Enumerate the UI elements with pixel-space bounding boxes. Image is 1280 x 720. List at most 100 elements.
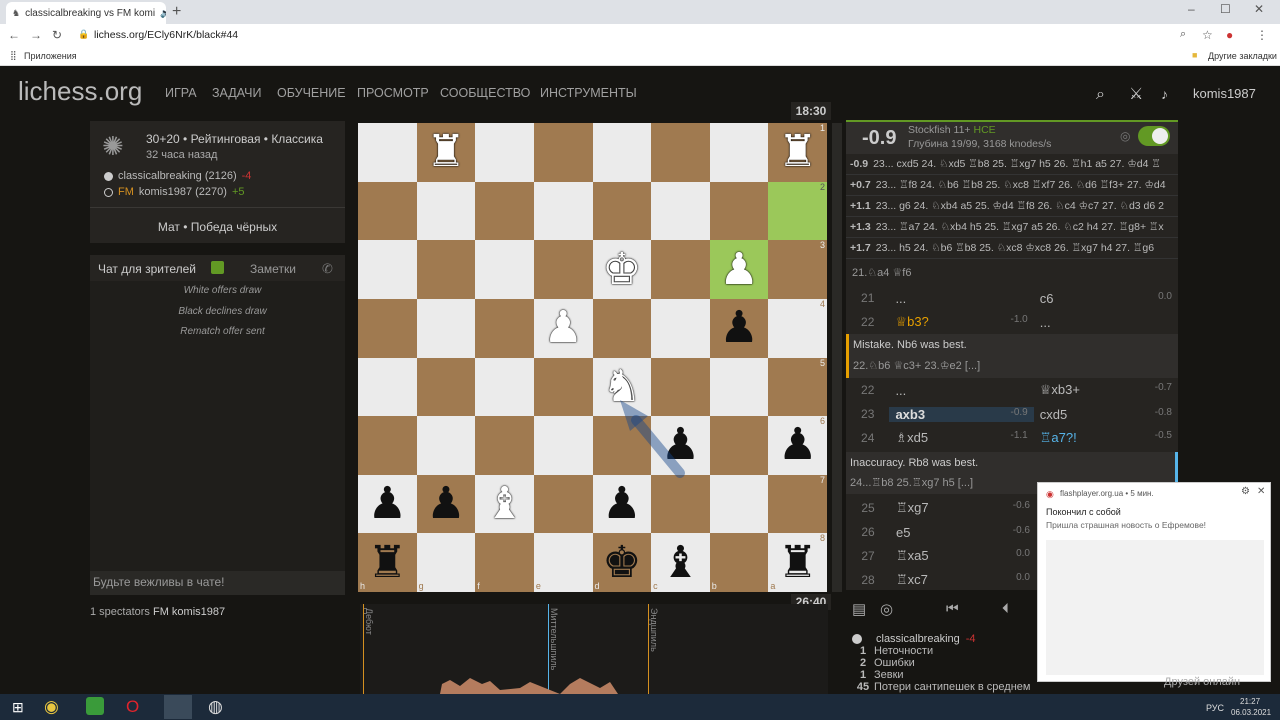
zoom-icon[interactable]: ⌕ [1180,28,1186,41]
square[interactable]: ♟ [358,474,417,534]
square[interactable]: ♚ d [592,533,652,592]
square[interactable] [592,416,652,475]
white-move[interactable]: e5 -0.6 [890,525,1036,540]
language-indicator[interactable]: РУС [1206,703,1224,713]
square[interactable]: ♟ [651,416,710,475]
square[interactable] [416,416,476,475]
swords-icon[interactable]: ⚔ [1129,84,1143,104]
apps-icon[interactable]: ⣿ [10,50,17,61]
engine-toggle[interactable] [1138,126,1170,146]
square[interactable] [475,298,534,358]
white-knight-icon[interactable]: ♞ [602,364,641,409]
nav-learn[interactable]: ОБУЧЕНИЕ [277,86,346,100]
bell-icon[interactable]: ♪ [1161,86,1168,102]
pv-line[interactable]: -0.9 23... cxd5 24. ♘xd5 ♖b8 25. ♖xg7 h5 … [846,154,1178,175]
prev-move-icon[interactable]: ⏴ [1002,600,1009,617]
search-icon[interactable]: ⌕ [1096,86,1105,104]
settings-icon[interactable]: ⚙ [1241,486,1250,497]
white-pawn-icon[interactable]: ♟ [543,306,582,350]
square[interactable] [358,181,417,241]
square[interactable] [358,298,417,358]
chat-toggle[interactable] [211,261,224,274]
square[interactable] [475,123,534,182]
white-move[interactable]: ♕b3? -1.0 [889,314,1033,330]
nav-tools[interactable]: ИНСТРУМЕНТЫ [540,86,637,100]
square[interactable] [651,357,710,417]
url-field[interactable]: lichess.org/ECly6NrK/black#44 [94,29,238,41]
black-pawn-icon[interactable]: ♟ [426,482,465,526]
square[interactable] [709,123,769,182]
black-king-icon[interactable]: ♚ [602,540,641,585]
white-king-icon[interactable]: ♚ [602,247,641,292]
book-icon[interactable]: ▤ [852,600,866,618]
black-pawn-icon[interactable]: ♟ [368,482,407,526]
square[interactable] [533,474,593,534]
square[interactable] [533,123,593,182]
square[interactable] [533,181,593,241]
square[interactable]: g [416,533,476,592]
target-icon[interactable]: ◎ [1120,129,1130,143]
square[interactable]: ♜ 8 a [768,533,827,592]
square[interactable] [416,298,476,358]
square[interactable] [651,474,710,534]
square[interactable] [592,123,652,182]
square[interactable] [709,357,769,417]
black-pawn-icon[interactable]: ♟ [719,306,758,350]
last-move-square[interactable]: ♟ [709,240,769,299]
square[interactable]: ♟ [592,474,652,534]
extension-icon[interactable]: ● [1226,28,1233,42]
window-close-icon[interactable]: ✕ [1254,2,1264,16]
white-move[interactable]: ♖xc7 0.0 [890,572,1036,588]
pv-line[interactable]: +1.7 23... h5 24. ♘b6 ♖b8 25. ♘xc8 ♔xc8 2… [846,238,1178,259]
back-icon[interactable]: ← [8,28,20,42]
opera-icon[interactable]: O [126,697,139,717]
square[interactable] [533,416,593,475]
square[interactable]: b [709,533,769,592]
square[interactable] [651,240,710,299]
square[interactable]: ♚ [592,240,652,299]
square[interactable] [475,240,534,299]
clock-date[interactable]: 06.03.2021 [1231,708,1271,717]
bookmark-apps[interactable]: Приложения [24,51,77,61]
square[interactable]: ♜ h [358,533,417,592]
black-move[interactable]: ♖a7?! -0.5 [1034,430,1178,446]
white-move[interactable]: ♖xg7 -0.6 [890,500,1036,516]
square[interactable] [416,357,476,417]
nav-play[interactable]: ИГРА [165,86,197,100]
square[interactable] [651,298,710,358]
square[interactable] [475,416,534,475]
nav-puzzles[interactable]: ЗАДАЧИ [212,86,261,100]
white-player[interactable]: classicalbreaking (2126) -4 [104,170,251,182]
comment-variation[interactable]: 24...♖b8 25.♖xg7 h5 [...] [850,476,973,489]
square[interactable]: e [533,533,593,592]
white-pawn-icon[interactable]: ♟ [719,247,758,292]
black-bishop-icon[interactable]: ♝ [661,540,700,585]
square[interactable] [358,123,417,182]
black-move[interactable]: c6 0.0 [1034,291,1178,306]
chess-board[interactable]: ♜ ♜1 2 ♚ ♟ 3 ♟ ♟ 4 ♞ 5 ♟ ♟6 ♟ ♟ ♝ ♟ 7 [358,123,827,592]
maximize-icon[interactable]: ☐ [1220,2,1231,16]
square[interactable] [358,416,417,475]
user-menu[interactable]: komis1987 [1193,86,1256,101]
pv-line[interactable]: +0.7 23... ♖f8 24. ♘b6 ♖b8 25. ♘xc8 ♖xf7 … [846,175,1178,196]
square[interactable] [709,416,769,475]
square[interactable] [358,357,417,417]
square[interactable]: ♟ [533,298,593,358]
square[interactable]: 4 [768,298,827,358]
tab-notes[interactable]: Заметки [250,262,296,276]
pv-line[interactable]: +1.3 23... ♖a7 24. ♘xb4 h5 25. ♖xg7 a5 26… [846,217,1178,238]
square[interactable]: ♞ [592,357,652,417]
white-rook-icon[interactable]: ♜ [778,130,817,174]
target-icon[interactable]: ◎ [880,600,893,618]
star-icon[interactable]: ☆ [1202,28,1213,42]
tab-spectator-chat[interactable]: Чат для зрителей [98,262,196,276]
square[interactable]: 7 [768,474,827,534]
square[interactable]: ♜ 1 [768,123,827,182]
white-move-active[interactable]: axb3 -0.9 [889,406,1034,422]
black-player[interactable]: FM komis1987 (2270) +5 [104,186,245,198]
square[interactable] [651,123,710,182]
square[interactable] [416,240,476,299]
nav-community[interactable]: СООБЩЕСТВО [440,86,530,100]
square[interactable]: 5 [768,357,827,417]
clock-time[interactable]: 21:27 [1240,697,1260,706]
